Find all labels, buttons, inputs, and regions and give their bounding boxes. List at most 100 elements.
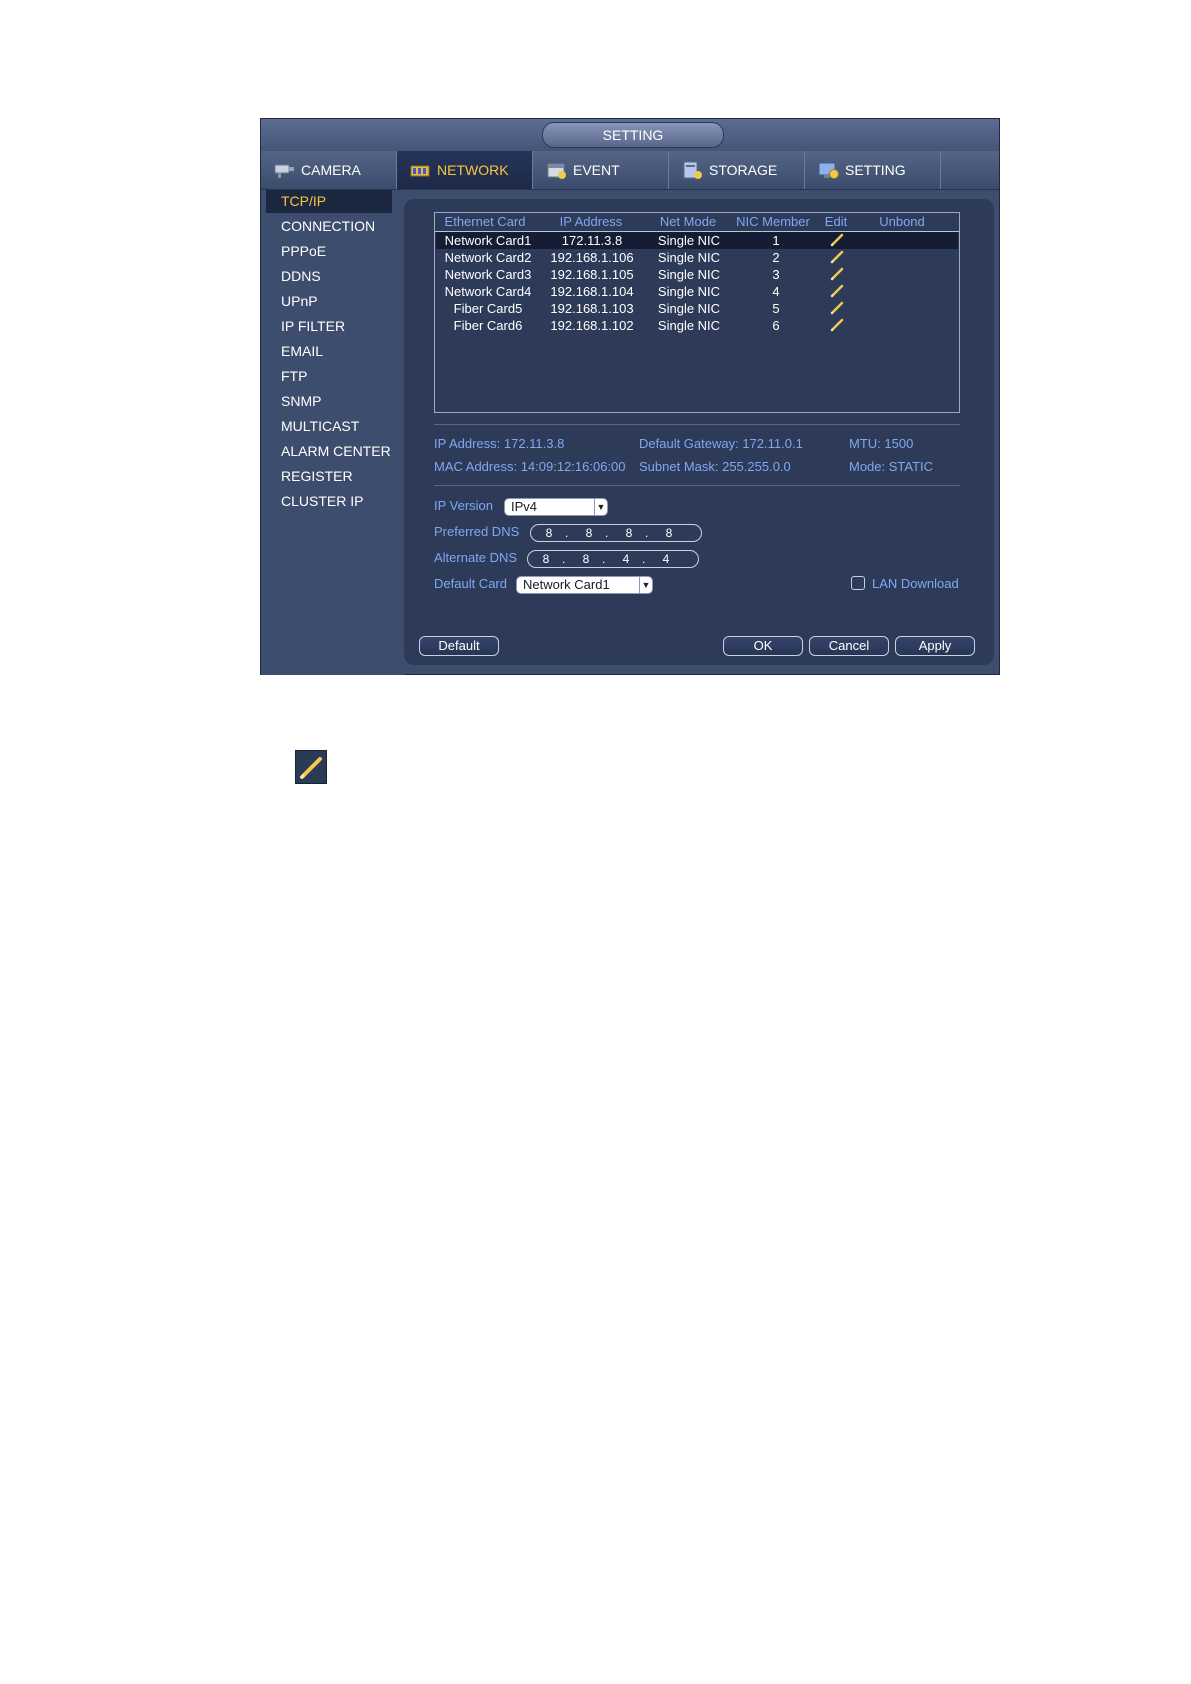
ip-version-label: IP Version [434, 498, 494, 513]
sidebar-item-multicast[interactable]: MULTICAST [266, 415, 392, 438]
dot-separator: . [565, 526, 569, 540]
table-row[interactable]: Network Card2 192.168.1.106 Single NIC 2 [436, 249, 958, 266]
dns-octet[interactable]: 8 [539, 525, 559, 541]
tab-event[interactable]: EVENT [533, 151, 669, 189]
cell-net-mode: Single NIC [657, 284, 721, 299]
sidebar-item-ftp[interactable]: FTP [266, 365, 392, 388]
edit-pencil-icon [295, 750, 327, 784]
table-row[interactable]: Fiber Card5 192.168.1.103 Single NIC 5 [436, 300, 958, 317]
lan-download-label: LAN Download [872, 576, 959, 591]
camera-icon [274, 164, 294, 178]
dot-separator: . [602, 552, 606, 566]
cell-net-mode: Single NIC [657, 250, 721, 265]
lan-download-checkbox[interactable] [851, 576, 865, 590]
table-header: Ethernet Card IP Address Net Mode NIC Me… [435, 213, 959, 232]
ip-version-select[interactable]: IPv4 ▼ [504, 498, 608, 516]
edit-pencil-icon[interactable] [830, 250, 844, 264]
dot-separator: . [645, 526, 649, 540]
dot-separator: . [562, 552, 566, 566]
main-tab-bar: CAMERA NETWORK EVENT STORAGE SETTING [261, 151, 999, 190]
cell-nic-member: 5 [772, 301, 780, 316]
sidebar-item-email[interactable]: EMAIL [266, 340, 392, 363]
edit-pencil-icon[interactable] [830, 233, 844, 247]
cell-net-mode: Single NIC [657, 318, 721, 333]
cell-ethernet-card: Network Card1 [444, 233, 532, 248]
table-row[interactable]: Network Card3 192.168.1.105 Single NIC 3 [436, 266, 958, 283]
sidebar-item-connection[interactable]: CONNECTION [266, 215, 392, 238]
cell-nic-member: 2 [772, 250, 780, 265]
sidebar-item-ddns[interactable]: DDNS [266, 265, 392, 288]
cell-ethernet-card: Network Card2 [444, 250, 532, 265]
chevron-down-icon[interactable]: ▼ [639, 577, 652, 593]
info-mac-address: MAC Address: 14:09:12:16:06:00 [434, 459, 626, 474]
default-card-value: Network Card1 [523, 577, 610, 592]
window-title: SETTING [542, 122, 724, 148]
sidebar-item-snmp[interactable]: SNMP [266, 390, 392, 413]
edit-pencil-icon[interactable] [830, 301, 844, 315]
cell-nic-member: 1 [772, 233, 780, 248]
column-header-unbond: Unbond [879, 214, 925, 229]
table-row[interactable]: Fiber Card6 192.168.1.102 Single NIC 6 [436, 317, 958, 334]
default-card-select[interactable]: Network Card1 ▼ [516, 576, 653, 594]
network-card-table: Ethernet Card IP Address Net Mode NIC Me… [434, 212, 960, 413]
cell-ethernet-card: Network Card4 [444, 284, 532, 299]
sidebar-item-cluster-ip[interactable]: CLUSTER IP [266, 490, 392, 513]
sidebar-item-pppoe[interactable]: PPPoE [266, 240, 392, 263]
cell-ethernet-card: Fiber Card6 [453, 318, 523, 333]
dns-octet[interactable]: 4 [616, 551, 636, 567]
table-row[interactable]: Network Card4 192.168.1.104 Single NIC 4 [436, 283, 958, 300]
cell-net-mode: Single NIC [657, 233, 721, 248]
column-header-nic-member: NIC Member [736, 214, 810, 229]
tab-setting[interactable]: SETTING [805, 151, 941, 189]
dot-separator: . [605, 526, 609, 540]
tab-camera[interactable]: CAMERA [261, 151, 397, 189]
ok-button[interactable]: OK [723, 636, 803, 656]
storage-icon [683, 161, 702, 179]
column-header-ip-address: IP Address [559, 214, 623, 229]
tab-network[interactable]: NETWORK [397, 151, 533, 189]
column-header-net-mode: Net Mode [659, 214, 717, 229]
dns-octet[interactable]: 8 [619, 525, 639, 541]
edit-pencil-icon[interactable] [830, 284, 844, 298]
tab-label: STORAGE [709, 162, 778, 178]
preferred-dns-field[interactable]: 8 . 8 . 8 . 8 [530, 524, 702, 542]
alternate-dns-field[interactable]: 8 . 8 . 4 . 4 [527, 550, 699, 568]
default-card-label: Default Card [434, 576, 507, 591]
settings-window: SETTING CAMERA NETWORK EVENT STORAGE SET… [260, 118, 1000, 675]
dot-separator: . [642, 552, 646, 566]
edit-pencil-icon[interactable] [830, 267, 844, 281]
cell-ip-address: 192.168.1.102 [550, 318, 634, 333]
sidebar-item-register[interactable]: REGISTER [266, 465, 392, 488]
sidebar-item-alarm-center[interactable]: ALARM CENTER [266, 440, 392, 463]
apply-button[interactable]: Apply [895, 636, 975, 656]
info-subnet-mask: Subnet Mask: 255.255.0.0 [639, 459, 791, 474]
edit-pencil-icon[interactable] [830, 318, 844, 332]
tab-label: NETWORK [437, 162, 509, 178]
network-icon [410, 165, 430, 177]
dns-octet[interactable]: 8 [536, 551, 556, 567]
default-button[interactable]: Default [419, 636, 499, 656]
tab-storage[interactable]: STORAGE [669, 151, 805, 189]
dns-octet[interactable]: 8 [579, 525, 599, 541]
cell-net-mode: Single NIC [657, 267, 721, 282]
dns-octet[interactable]: 4 [656, 551, 676, 567]
sidebar-item-upnp[interactable]: UPnP [266, 290, 392, 313]
divider [434, 485, 960, 486]
sidebar-item-tcpip[interactable]: TCP/IP [266, 190, 392, 213]
cell-ip-address: 192.168.1.104 [550, 284, 634, 299]
cell-ip-address: 192.168.1.103 [550, 301, 634, 316]
cell-ip-address: 192.168.1.106 [550, 250, 634, 265]
info-mode: Mode: STATIC [849, 459, 934, 474]
cancel-button[interactable]: Cancel [809, 636, 889, 656]
table-row[interactable]: Network Card1 172.11.3.8 Single NIC 1 [436, 232, 958, 249]
dns-octet[interactable]: 8 [576, 551, 596, 567]
chevron-down-icon[interactable]: ▼ [594, 499, 607, 515]
cell-ethernet-card: Network Card3 [444, 267, 532, 282]
cell-ip-address: 172.11.3.8 [561, 233, 623, 248]
cell-nic-member: 6 [772, 318, 780, 333]
dns-octet[interactable]: 8 [659, 525, 679, 541]
sidebar: TCP/IP CONNECTION PPPoE DDNS UPnP IP FIL… [261, 190, 405, 675]
tab-label: SETTING [845, 162, 906, 178]
sidebar-item-ip-filter[interactable]: IP FILTER [266, 315, 392, 338]
column-header-ethernet-card: Ethernet Card [444, 214, 526, 229]
